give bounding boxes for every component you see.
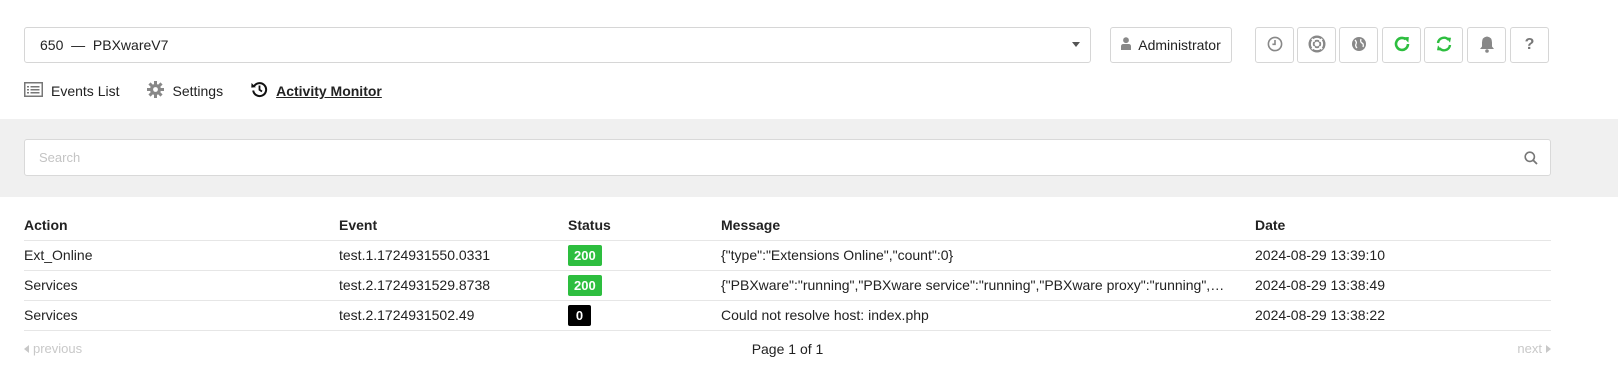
- search-band: [0, 119, 1618, 197]
- nav-activity-monitor-label: Activity Monitor: [276, 83, 382, 99]
- column-header-date[interactable]: Date: [1255, 211, 1551, 241]
- column-header-message[interactable]: Message: [721, 211, 1255, 241]
- activity-table: Action Event Status Message Date Ext_Onl…: [24, 211, 1551, 331]
- message-text: {"type":"Extensions Online","count":0}: [721, 247, 954, 263]
- cell-event: test.1.1724931550.0331: [339, 240, 568, 271]
- user-menu-button[interactable]: Administrator: [1110, 27, 1232, 63]
- table-header-row: Action Event Status Message Date: [24, 211, 1551, 241]
- next-page-link[interactable]: next: [1517, 341, 1551, 356]
- server-select[interactable]: 650 — PBXwareV7: [24, 27, 1091, 63]
- chevron-right-icon: [1546, 341, 1551, 356]
- nav-settings-label: Settings: [172, 83, 224, 99]
- chevron-down-icon: [1072, 42, 1080, 47]
- cell-message: {"type":"Extensions Online","count":0}: [721, 240, 1255, 271]
- cell-event: test.2.1724931529.8738: [339, 270, 568, 301]
- clock-button[interactable]: [1255, 27, 1294, 63]
- notifications-button[interactable]: [1467, 27, 1506, 63]
- pagination: previous Page 1 of 1 next: [24, 338, 1551, 360]
- cell-message: Could not resolve host: index.php: [721, 300, 1255, 331]
- search-icon[interactable]: [1524, 151, 1538, 168]
- refresh-button[interactable]: [1382, 27, 1421, 63]
- table-row[interactable]: Services test.2.1724931529.8738 200 {"PB…: [24, 270, 1551, 301]
- globe-icon: [1351, 36, 1367, 55]
- bell-icon: [1479, 35, 1495, 56]
- column-header-action[interactable]: Action: [24, 211, 339, 241]
- refresh-icon: [1393, 35, 1411, 56]
- cell-status: 200: [568, 270, 721, 301]
- table-row[interactable]: Services test.2.1724931502.49 0 Could no…: [24, 300, 1551, 331]
- cell-action: Services: [24, 300, 339, 331]
- help-icon: ?: [1524, 36, 1535, 53]
- cell-status: 0: [568, 300, 721, 331]
- status-badge: 0: [568, 304, 591, 326]
- nav-events-list[interactable]: Events List: [24, 82, 119, 100]
- nav-events-list-label: Events List: [51, 83, 120, 99]
- cell-action: Ext_Online: [24, 240, 339, 271]
- nav-activity-monitor[interactable]: Activity Monitor: [251, 81, 382, 101]
- cell-date: 2024-08-29 13:38:49: [1255, 270, 1551, 301]
- column-header-status[interactable]: Status: [568, 211, 721, 241]
- sync-icon: [1435, 35, 1453, 56]
- user-name: Administrator: [1138, 37, 1221, 53]
- history-icon: [251, 81, 268, 101]
- list-icon: [24, 82, 43, 100]
- search-box: [24, 139, 1551, 176]
- next-page-label: next: [1517, 341, 1542, 356]
- clock-icon: [1267, 36, 1283, 55]
- table-row[interactable]: Ext_Online test.1.1724931550.0331 200 {"…: [24, 240, 1551, 271]
- section-nav: Events List Settings Activity Monitor: [24, 81, 410, 101]
- lifebuoy-icon: [1307, 34, 1326, 56]
- cell-message: {"PBXware":"running","PBXware service":"…: [721, 270, 1255, 301]
- gear-icon: [147, 81, 165, 101]
- cell-date: 2024-08-29 13:38:22: [1255, 300, 1551, 331]
- support-button[interactable]: [1297, 27, 1336, 63]
- status-badge: 200: [568, 244, 602, 266]
- search-input[interactable]: [25, 140, 1550, 175]
- page-indicator: Page 1 of 1: [751, 341, 824, 357]
- sync-button[interactable]: [1424, 27, 1463, 63]
- globe-button[interactable]: [1339, 27, 1378, 63]
- server-select-value: 650 — PBXwareV7: [40, 37, 169, 53]
- nav-settings[interactable]: Settings: [147, 81, 223, 101]
- help-button[interactable]: ?: [1510, 27, 1549, 63]
- cell-status: 200: [568, 240, 721, 271]
- message-text: {"PBXware":"running","PBXware service":"…: [721, 277, 1226, 293]
- user-icon: [1121, 37, 1132, 53]
- status-badge: 200: [568, 274, 602, 296]
- cell-event: test.2.1724931502.49: [339, 300, 568, 331]
- cell-action: Services: [24, 270, 339, 301]
- cell-date: 2024-08-29 13:39:10: [1255, 240, 1551, 271]
- message-text: Could not resolve host: index.php: [721, 307, 929, 323]
- column-header-event[interactable]: Event: [339, 211, 568, 241]
